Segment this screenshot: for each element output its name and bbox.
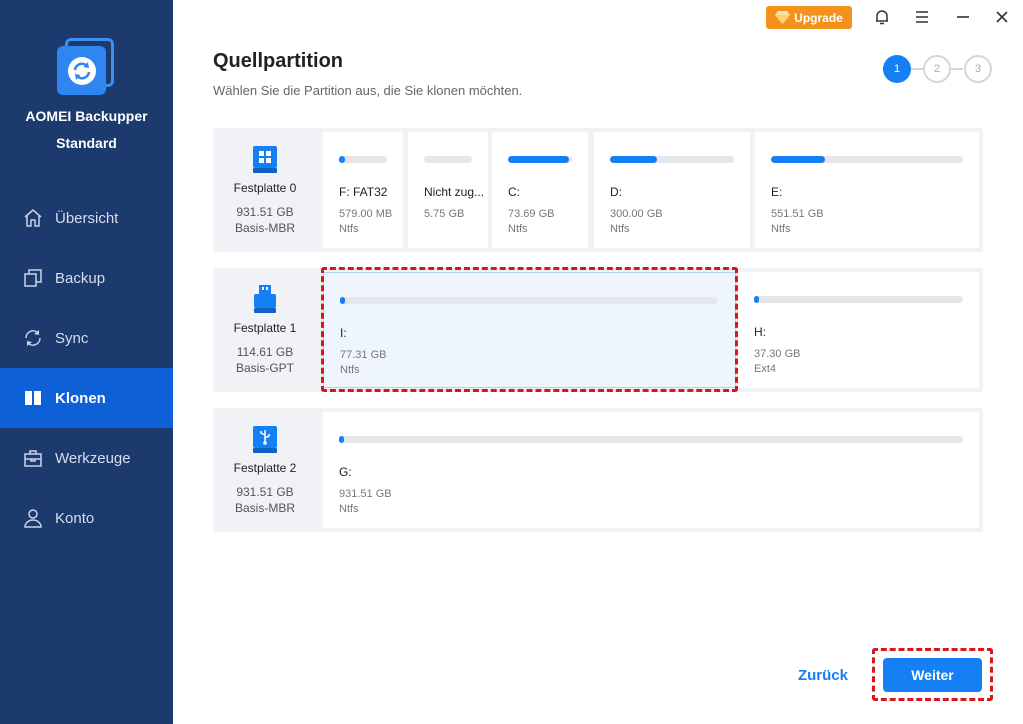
partition-e[interactable]: E: 551.51 GB Ntfs <box>755 132 979 248</box>
partition-fs: Ext4 <box>754 363 777 375</box>
disk-type: Basis-GPT <box>235 361 294 375</box>
partition-size: 5.75 GB <box>424 208 465 220</box>
disk-type: Basis-MBR <box>234 221 295 235</box>
partition-label: I: <box>340 326 347 340</box>
app-name: AOMEI Backupper <box>25 108 148 124</box>
disk-info: Festplatte 1 114.61 GB Basis-GPT <box>213 268 317 392</box>
user-icon <box>24 509 42 528</box>
sidebar-item-label: Werkzeuge <box>55 449 131 467</box>
usb-drive-icon <box>254 285 276 313</box>
disk-type: Basis-MBR <box>234 501 295 515</box>
partition-g[interactable]: G: 931.51 GB Ntfs <box>323 412 979 528</box>
partition-label: H: <box>754 325 766 339</box>
back-button[interactable]: Zurück <box>790 663 856 687</box>
sidebar-item-label: Klonen <box>55 389 106 407</box>
partition-size: 579.00 MB <box>339 208 393 220</box>
partition-size: 300.00 GB <box>610 208 663 220</box>
partition-i[interactable]: I: 77.31 GB Ntfs <box>323 272 736 388</box>
disk-size: 931.51 GB <box>236 205 294 219</box>
step-2: 2 <box>923 55 951 83</box>
partition-fs: Ntfs <box>339 223 359 235</box>
diamond-icon <box>775 11 791 24</box>
sync-icon <box>25 330 41 346</box>
disk-size: 114.61 GB <box>236 345 294 359</box>
sidebar-item-label: Backup <box>55 269 106 287</box>
copy-icon <box>24 269 42 287</box>
partition-unallocated[interactable]: Nicht zug... 5.75 GB <box>408 132 488 248</box>
disk-info: Festplatte 0 931.51 GB Basis-MBR <box>213 128 317 252</box>
windows-disk-icon <box>253 146 277 173</box>
disk-name: Festplatte 2 <box>233 461 297 475</box>
disk-row-0: Festplatte 0 931.51 GB Basis-MBR F: FAT3… <box>213 128 983 252</box>
minimize-icon[interactable] <box>954 8 972 26</box>
disk-size: 931.51 GB <box>236 485 294 499</box>
partition-fs: Ntfs <box>771 223 791 235</box>
app-edition: Standard <box>56 135 117 151</box>
step-3: 3 <box>964 55 992 83</box>
partition-label: E: <box>771 185 783 199</box>
toolbox-icon <box>24 450 42 467</box>
sidebar-item-label: Übersicht <box>55 209 119 227</box>
partition-fs: Ntfs <box>339 503 359 515</box>
upgrade-label: Upgrade <box>794 10 843 25</box>
disk-row-2: Festplatte 2 931.51 GB Basis-MBR G: 931.… <box>213 408 983 532</box>
sidebar-item-label: Sync <box>55 329 89 347</box>
partition-label: C: <box>508 185 520 199</box>
app-logo-icon <box>57 38 114 95</box>
sidebar-item-overview[interactable]: Übersicht <box>0 188 173 248</box>
sidebar-item-clone[interactable]: Klonen <box>0 368 173 428</box>
sidebar-item-backup[interactable]: Backup <box>0 248 173 308</box>
step-indicator: 1 2 3 <box>883 55 993 83</box>
partition-fs: Ntfs <box>610 223 630 235</box>
disk-name: Festplatte 0 <box>233 181 297 195</box>
partition-size: 931.51 GB <box>339 488 392 500</box>
partition-label: F: FAT32 <box>339 185 388 199</box>
partition-c[interactable]: C: 73.69 GB Ntfs <box>492 132 588 248</box>
clone-icon <box>25 391 41 405</box>
sidebar-nav: Übersicht Backup Sync Klonen Werkzeuge K… <box>0 188 173 548</box>
partition-h[interactable]: H: 37.30 GB Ext4 <box>738 272 979 388</box>
next-button[interactable]: Weiter <box>883 658 982 692</box>
sidebar-item-sync[interactable]: Sync <box>0 308 173 368</box>
partition-f[interactable]: F: FAT32 579.00 MB Ntfs <box>323 132 403 248</box>
disk-row-1: Festplatte 1 114.61 GB Basis-GPT I: 77.3… <box>213 268 983 392</box>
upgrade-button[interactable]: Upgrade <box>766 6 852 29</box>
partition-label: D: <box>610 185 622 199</box>
sidebar: AOMEI Backupper Standard Übersicht Backu… <box>0 0 173 724</box>
bell-icon[interactable] <box>873 8 891 26</box>
partition-size: 37.30 GB <box>754 348 801 360</box>
partition-size: 551.51 GB <box>771 208 824 220</box>
sidebar-item-tools[interactable]: Werkzeuge <box>0 428 173 488</box>
home-icon <box>24 209 42 227</box>
partition-fs: Ntfs <box>508 223 528 235</box>
partition-d[interactable]: D: 300.00 GB Ntfs <box>594 132 750 248</box>
partition-label: Nicht zug... <box>424 185 485 199</box>
partition-label: G: <box>339 465 352 479</box>
page-subtitle: Wählen Sie die Partition aus, die Sie kl… <box>213 83 523 98</box>
usb-disk-icon <box>253 426 277 453</box>
close-icon[interactable] <box>993 8 1011 26</box>
partition-size: 73.69 GB <box>508 208 555 220</box>
partition-fs: Ntfs <box>340 364 360 376</box>
menu-icon[interactable] <box>913 8 931 26</box>
disk-info: Festplatte 2 931.51 GB Basis-MBR <box>213 408 317 532</box>
partition-size: 77.31 GB <box>340 349 387 361</box>
step-1: 1 <box>883 55 911 83</box>
disk-name: Festplatte 1 <box>233 321 297 335</box>
sidebar-item-account[interactable]: Konto <box>0 488 173 548</box>
page-title: Quellpartition <box>213 50 343 72</box>
sidebar-item-label: Konto <box>55 509 95 527</box>
